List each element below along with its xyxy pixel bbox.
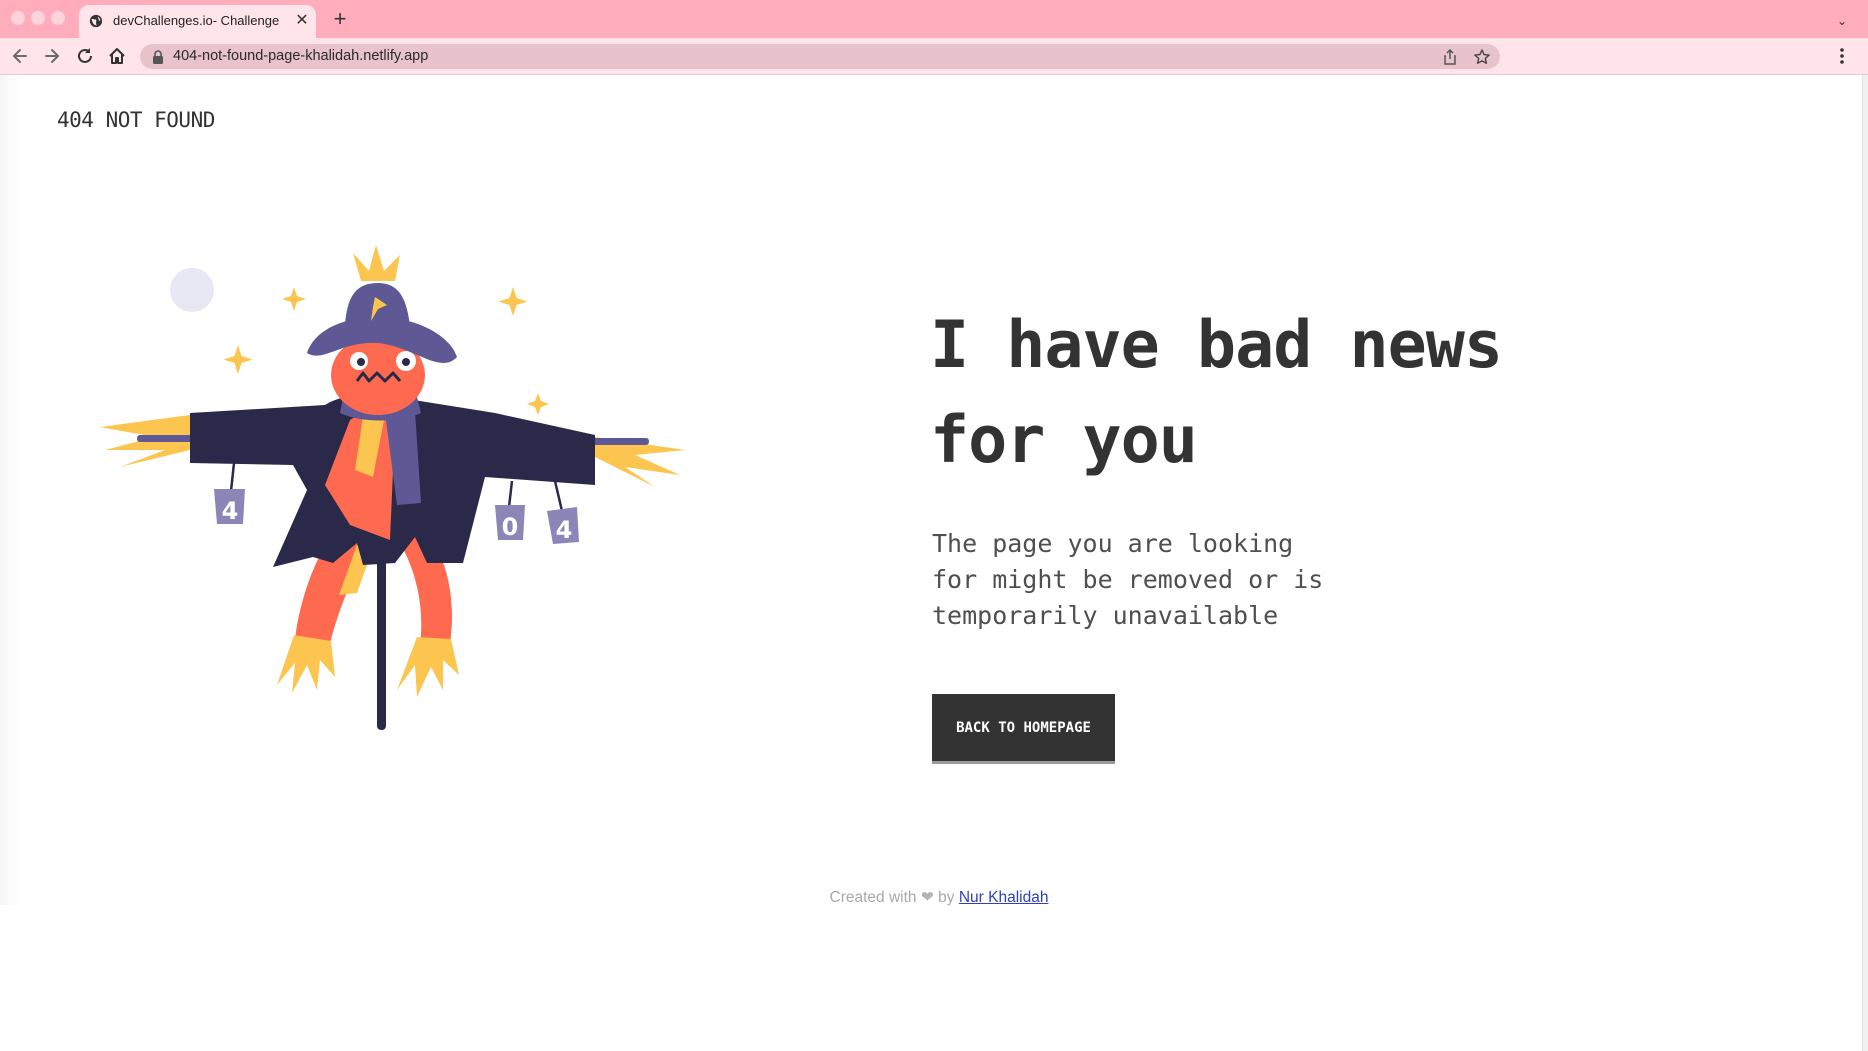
browser-toolbar: 404-not-found-page-khalidah.netlify.app: [0, 38, 1868, 75]
browser-tab-strip: devChallenges.io- Challenge 1 ✕ + ⌄: [0, 0, 1868, 38]
scarecrow-illustration: 4 0 4: [100, 245, 685, 730]
heart-icon: ❤: [920, 889, 934, 906]
page-edge-shadow: [0, 75, 22, 905]
forward-arrow-icon[interactable]: [41, 45, 63, 67]
window-zoom-dot[interactable]: [51, 11, 65, 25]
tab-list-chevron-icon[interactable]: ⌄: [1832, 11, 1852, 31]
site-brand: 404 NOT FOUND: [57, 108, 215, 132]
window-close-dot[interactable]: [11, 11, 25, 25]
error-headline: I have bad news for you: [930, 308, 1503, 478]
browser-menu-dots-icon[interactable]: [1834, 45, 1850, 67]
share-icon[interactable]: [1441, 48, 1459, 66]
straw-feet: [277, 635, 459, 697]
moon-shape: [170, 268, 214, 312]
footer-created-text: Created with: [829, 889, 917, 906]
window-minimize-dot[interactable]: [31, 11, 45, 25]
footer-by-text: by: [938, 889, 955, 906]
tab-title: devChallenges.io- Challenge 1: [113, 13, 283, 28]
error-description: The page you are looking for might be re…: [932, 529, 1324, 630]
sign-can-letter: 4: [222, 497, 239, 525]
page-footer: Created with ❤ by Nur Khalidah: [0, 888, 1868, 908]
author-link[interactable]: Nur Khalidah: [959, 889, 1049, 906]
back-to-homepage-button[interactable]: BACK TO HOMEPAGE: [932, 694, 1115, 761]
url-text[interactable]: 404-not-found-page-khalidah.netlify.app: [173, 47, 428, 66]
home-icon[interactable]: [106, 45, 128, 67]
bookmark-star-icon[interactable]: [1473, 48, 1491, 66]
reload-icon[interactable]: [74, 45, 96, 67]
back-arrow-icon[interactable]: [9, 45, 31, 67]
browser-tab-active[interactable]: devChallenges.io- Challenge 1 ✕: [79, 5, 316, 38]
sign-can-letter: 0: [502, 513, 519, 541]
globe-icon: [89, 14, 103, 28]
lock-icon[interactable]: [152, 50, 164, 64]
new-tab-button[interactable]: +: [330, 8, 350, 30]
hat-straw: [353, 245, 400, 281]
tab-close-icon[interactable]: ✕: [293, 12, 311, 30]
address-bar[interactable]: 404-not-found-page-khalidah.netlify.app: [140, 44, 1500, 69]
sign-can-letter: 4: [556, 516, 573, 544]
